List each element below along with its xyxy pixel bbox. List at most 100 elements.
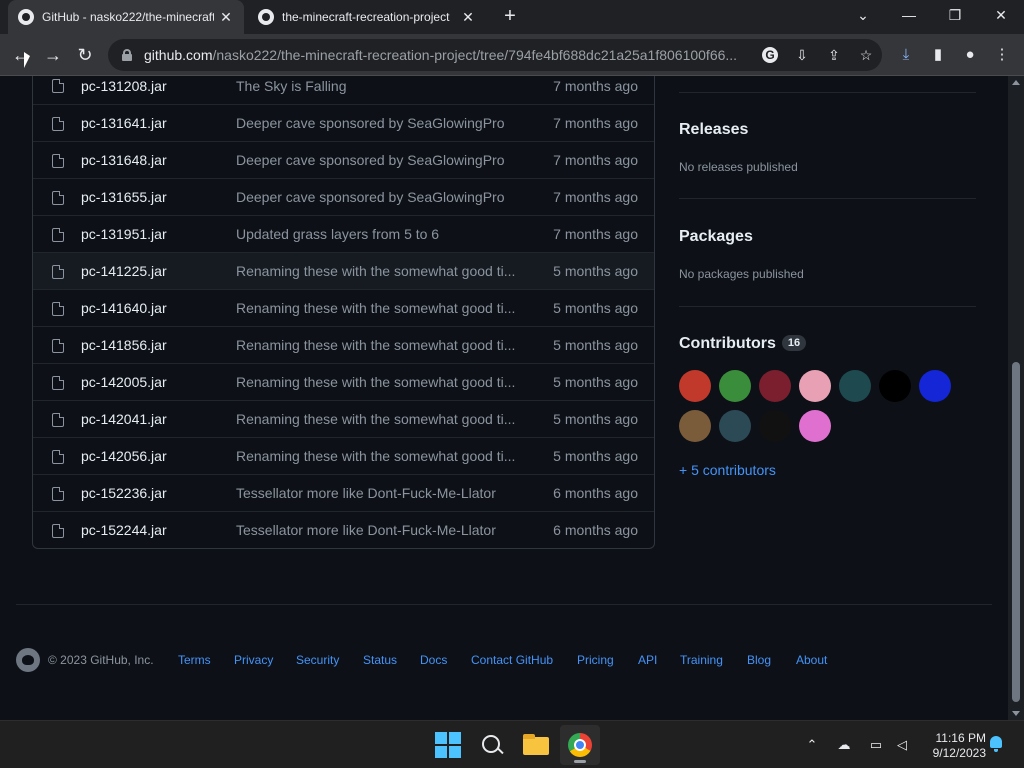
contributor-avatar[interactable]: [799, 410, 831, 442]
file-row[interactable]: pc-131648.jar Deeper cave sponsored by Se…: [33, 141, 654, 178]
file-row[interactable]: pc-131641.jar Deeper cave sponsored by Se…: [33, 104, 654, 141]
chevron-up-icon[interactable]: ⌃: [802, 735, 822, 755]
file-name-link[interactable]: pc-141640.jar: [81, 300, 167, 316]
contributor-avatar[interactable]: [679, 410, 711, 442]
url-text[interactable]: github.com/nasko222/the-minecraft-recrea…: [144, 47, 754, 63]
file-row[interactable]: pc-152244.jar Tessellator more like Dont-…: [33, 511, 654, 548]
file-row[interactable]: pc-152236.jar Tessellator more like Dont-…: [33, 474, 654, 511]
contributors-heading[interactable]: Contributors 16: [679, 335, 807, 353]
bookmark-star-icon[interactable]: ☆: [856, 45, 876, 65]
footer-link-api[interactable]: API: [638, 653, 657, 667]
forward-arrow-icon[interactable]: →: [40, 42, 66, 68]
contributor-avatar[interactable]: [839, 370, 871, 402]
commit-message-link[interactable]: Renaming these with the somewhat good ti…: [236, 337, 518, 353]
footer-link-status[interactable]: Status: [363, 653, 397, 667]
google-lens-icon[interactable]: G: [762, 47, 778, 63]
footer-link-docs[interactable]: Docs: [420, 653, 447, 667]
contributor-avatar[interactable]: [759, 410, 791, 442]
commit-message-link[interactable]: Updated grass layers from 5 to 6: [236, 226, 518, 242]
file-name-link[interactable]: pc-141856.jar: [81, 337, 167, 353]
footer-link-blog[interactable]: Blog: [747, 653, 771, 667]
volume-muted-icon[interactable]: ◁: [892, 735, 912, 755]
contributor-avatar[interactable]: [759, 370, 791, 402]
file-row[interactable]: pc-131208.jar The Sky is Falling 7 months …: [33, 76, 654, 104]
scrollbar-thumb[interactable]: [1012, 362, 1020, 702]
commit-message-link[interactable]: Renaming these with the somewhat good ti…: [236, 300, 518, 316]
profile-icon[interactable]: ●: [960, 45, 980, 65]
file-row[interactable]: pc-142041.jar Renaming these with the som…: [33, 400, 654, 437]
file-name-link[interactable]: pc-142005.jar: [81, 374, 167, 390]
close-tab-icon[interactable]: ✕: [218, 9, 234, 26]
commit-message-link[interactable]: Renaming these with the somewhat good ti…: [236, 263, 518, 279]
file-row[interactable]: pc-141856.jar Renaming these with the som…: [33, 326, 654, 363]
file-name-link[interactable]: pc-152236.jar: [81, 485, 167, 501]
contributor-avatar[interactable]: [799, 370, 831, 402]
file-name-link[interactable]: pc-152244.jar: [81, 522, 167, 538]
footer-link-security[interactable]: Security: [296, 653, 339, 667]
file-row[interactable]: pc-142056.jar Renaming these with the som…: [33, 437, 654, 474]
commit-message-link[interactable]: Tessellator more like Dont-Fuck-Me-Llato…: [236, 485, 518, 501]
file-name-link[interactable]: pc-131655.jar: [81, 189, 167, 205]
file-name-link[interactable]: pc-142041.jar: [81, 411, 167, 427]
releases-heading[interactable]: Releases: [679, 121, 748, 139]
close-tab-icon[interactable]: ✕: [460, 9, 476, 26]
system-clock[interactable]: 11:16 PM 9/12/2023: [922, 731, 986, 761]
lock-icon[interactable]: [122, 49, 132, 61]
tab-search-icon[interactable]: ⌄: [840, 0, 886, 32]
address-bar[interactable]: github.com/nasko222/the-minecraft-recrea…: [108, 39, 882, 71]
restore-window-button[interactable]: ❐: [932, 0, 978, 32]
footer-link-terms[interactable]: Terms: [178, 653, 211, 667]
contributor-avatar[interactable]: [679, 370, 711, 402]
contributor-avatar[interactable]: [919, 370, 951, 402]
chrome-taskbar-icon[interactable]: [560, 725, 600, 765]
file-row[interactable]: pc-141640.jar Renaming these with the som…: [33, 289, 654, 326]
footer-link-about[interactable]: About: [796, 653, 827, 667]
file-name-link[interactable]: pc-131648.jar: [81, 152, 167, 168]
commit-message-link[interactable]: Tessellator more like Dont-Fuck-Me-Llato…: [236, 522, 518, 538]
file-name-link[interactable]: pc-141225.jar: [81, 263, 167, 279]
notification-bell-icon[interactable]: [988, 735, 1004, 753]
commit-message-link[interactable]: Renaming these with the somewhat good ti…: [236, 374, 518, 390]
commit-message-link[interactable]: Renaming these with the somewhat good ti…: [236, 448, 518, 464]
side-panel-icon[interactable]: ▮: [928, 45, 948, 65]
downloads-icon[interactable]: ⤓: [896, 45, 916, 65]
file-name-link[interactable]: pc-131951.jar: [81, 226, 167, 242]
footer-link-privacy[interactable]: Privacy: [234, 653, 273, 667]
search-icon[interactable]: [476, 729, 508, 761]
install-app-icon[interactable]: ⇩: [792, 45, 812, 65]
footer-link-contact-github[interactable]: Contact GitHub: [471, 653, 553, 667]
chrome-menu-icon[interactable]: ⋮: [992, 45, 1012, 65]
commit-message-link[interactable]: Deeper cave sponsored by SeaGlowingPro: [236, 115, 518, 131]
onedrive-icon[interactable]: ☁: [834, 735, 854, 755]
scroll-up-arrow-icon[interactable]: [1012, 80, 1020, 85]
scroll-down-arrow-icon[interactable]: [1012, 711, 1020, 716]
close-window-button[interactable]: ✕: [978, 0, 1024, 32]
file-name-link[interactable]: pc-142056.jar: [81, 448, 167, 464]
contributor-avatar[interactable]: [879, 370, 911, 402]
file-explorer-icon[interactable]: [520, 729, 552, 761]
packages-heading[interactable]: Packages: [679, 228, 753, 246]
tab-minecraft-project[interactable]: the-minecraft-recreation-project ✕: [248, 0, 486, 34]
file-name-link[interactable]: pc-131208.jar: [81, 78, 167, 94]
commit-message-link[interactable]: Renaming these with the somewhat good ti…: [236, 411, 518, 427]
network-icon[interactable]: ▭: [866, 735, 886, 755]
file-row[interactable]: pc-141225.jar Renaming these with the som…: [33, 252, 654, 289]
more-contributors-link[interactable]: + 5 contributors: [679, 462, 776, 478]
file-row[interactable]: pc-131655.jar Deeper cave sponsored by Se…: [33, 178, 654, 215]
footer-link-pricing[interactable]: Pricing: [577, 653, 614, 667]
file-row[interactable]: pc-142005.jar Renaming these with the som…: [33, 363, 654, 400]
reload-icon[interactable]: ↻: [72, 42, 98, 68]
commit-message-link[interactable]: The Sky is Falling: [236, 78, 518, 94]
commit-message-link[interactable]: Deeper cave sponsored by SeaGlowingPro: [236, 189, 518, 205]
share-icon[interactable]: ⇪: [824, 45, 844, 65]
tab-github-repo[interactable]: GitHub - nasko222/the-minecraft-recreati…: [8, 0, 244, 34]
contributor-avatar[interactable]: [719, 370, 751, 402]
contributor-avatar[interactable]: [719, 410, 751, 442]
github-logo-icon[interactable]: [16, 648, 40, 672]
file-name-link[interactable]: pc-131641.jar: [81, 115, 167, 131]
footer-link-training[interactable]: Training: [680, 653, 723, 667]
page-scrollbar[interactable]: [1008, 76, 1024, 720]
back-arrow-icon[interactable]: ←: [8, 42, 34, 68]
minimize-window-button[interactable]: —: [886, 0, 932, 32]
new-tab-button[interactable]: +: [498, 4, 522, 28]
